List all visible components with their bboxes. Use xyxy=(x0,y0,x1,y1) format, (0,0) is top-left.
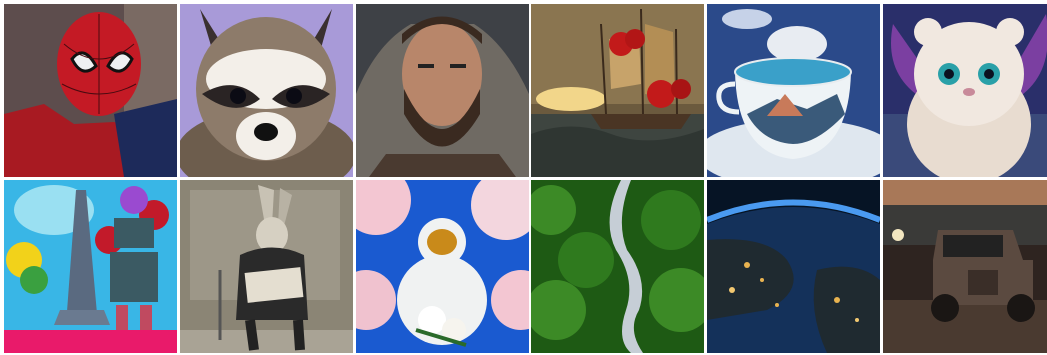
image-rabbit-newspaper[interactable] xyxy=(179,180,353,353)
image-eiffel-robot[interactable] xyxy=(4,180,177,353)
image-teacup-landscape[interactable] xyxy=(707,4,881,177)
image-raccoon[interactable] xyxy=(179,4,353,177)
image-astronaut-blossoms[interactable] xyxy=(355,180,529,353)
image-gallery xyxy=(0,0,1047,355)
image-bearded-man[interactable] xyxy=(355,4,529,177)
image-fluffy-creature[interactable] xyxy=(882,4,1047,177)
image-ship-roses[interactable] xyxy=(531,4,705,177)
image-spider-man[interactable] xyxy=(4,4,177,177)
image-forest-river[interactable] xyxy=(531,180,705,353)
image-vintage-truck[interactable] xyxy=(882,180,1047,353)
image-earth-night[interactable] xyxy=(707,180,881,353)
